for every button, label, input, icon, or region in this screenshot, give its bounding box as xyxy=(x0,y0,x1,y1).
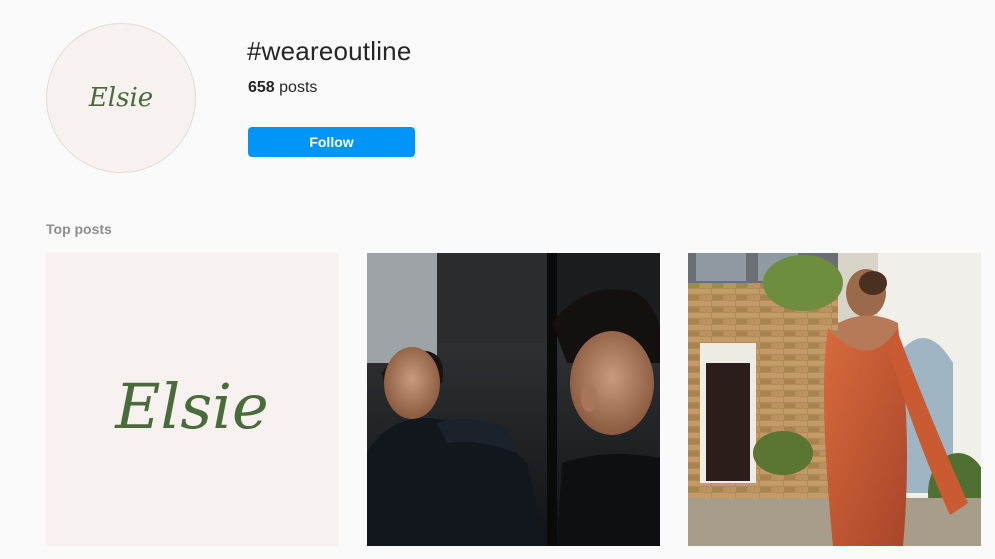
post-image-mirror-portrait xyxy=(367,253,660,546)
post-image-elsie-logo: Elsie xyxy=(46,253,339,546)
post-count: 658 posts xyxy=(248,79,317,97)
post-count-number: 658 xyxy=(248,79,275,96)
post-image-orange-dress xyxy=(688,253,981,546)
svg-text:Elsie: Elsie xyxy=(114,370,268,443)
hashtag-page: Elsie #weareoutline 658 posts Follow Top… xyxy=(0,0,995,559)
top-post-2[interactable] xyxy=(367,253,660,546)
follow-button[interactable]: Follow xyxy=(248,127,415,157)
page-title: #weareoutline xyxy=(247,36,412,66)
post-count-suffix: posts xyxy=(274,79,318,96)
top-post-1[interactable]: Elsie xyxy=(46,253,339,546)
elsie-logo-icon: Elsie xyxy=(88,83,153,113)
svg-text:Elsie: Elsie xyxy=(88,83,153,113)
top-post-3[interactable] xyxy=(688,253,981,546)
top-posts-heading: Top posts xyxy=(46,221,112,237)
hashtag-avatar: Elsie xyxy=(46,23,196,173)
